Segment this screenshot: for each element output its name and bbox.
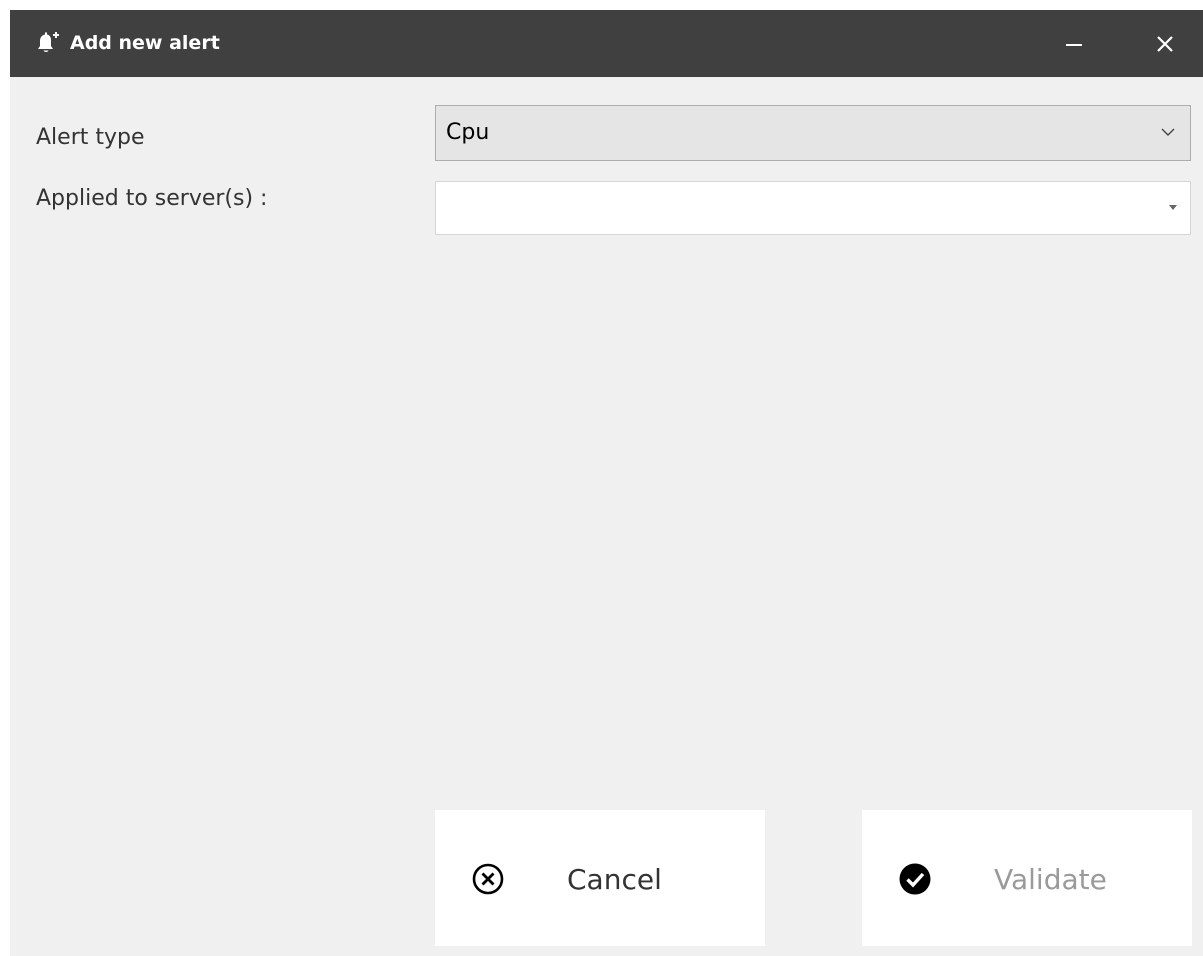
add-alert-dialog: Add new alert Alert type Cpu Applied to … [10, 10, 1203, 956]
servers-select[interactable] [435, 181, 1191, 235]
alert-type-label: Alert type [36, 125, 145, 150]
minimize-icon [1066, 44, 1082, 46]
bell-plus-icon [38, 32, 59, 52]
window-title: Add new alert [70, 32, 220, 54]
validate-button[interactable]: Validate [862, 810, 1192, 946]
chevron-down-icon [1161, 128, 1175, 136]
cancel-button-label: Cancel [567, 863, 662, 896]
close-button[interactable] [1145, 24, 1185, 64]
circle-x-icon [472, 863, 504, 895]
servers-label: Applied to server(s) : [36, 186, 268, 211]
alert-type-value: Cpu [446, 120, 490, 145]
title-bar: Add new alert [10, 10, 1203, 77]
caret-down-icon [1169, 205, 1177, 210]
validate-button-label: Validate [994, 863, 1107, 896]
minimize-button[interactable] [1054, 24, 1094, 64]
close-icon [1157, 36, 1173, 52]
circle-check-icon [899, 863, 931, 895]
cancel-button[interactable]: Cancel [435, 810, 765, 946]
alert-type-select[interactable]: Cpu [435, 105, 1191, 161]
